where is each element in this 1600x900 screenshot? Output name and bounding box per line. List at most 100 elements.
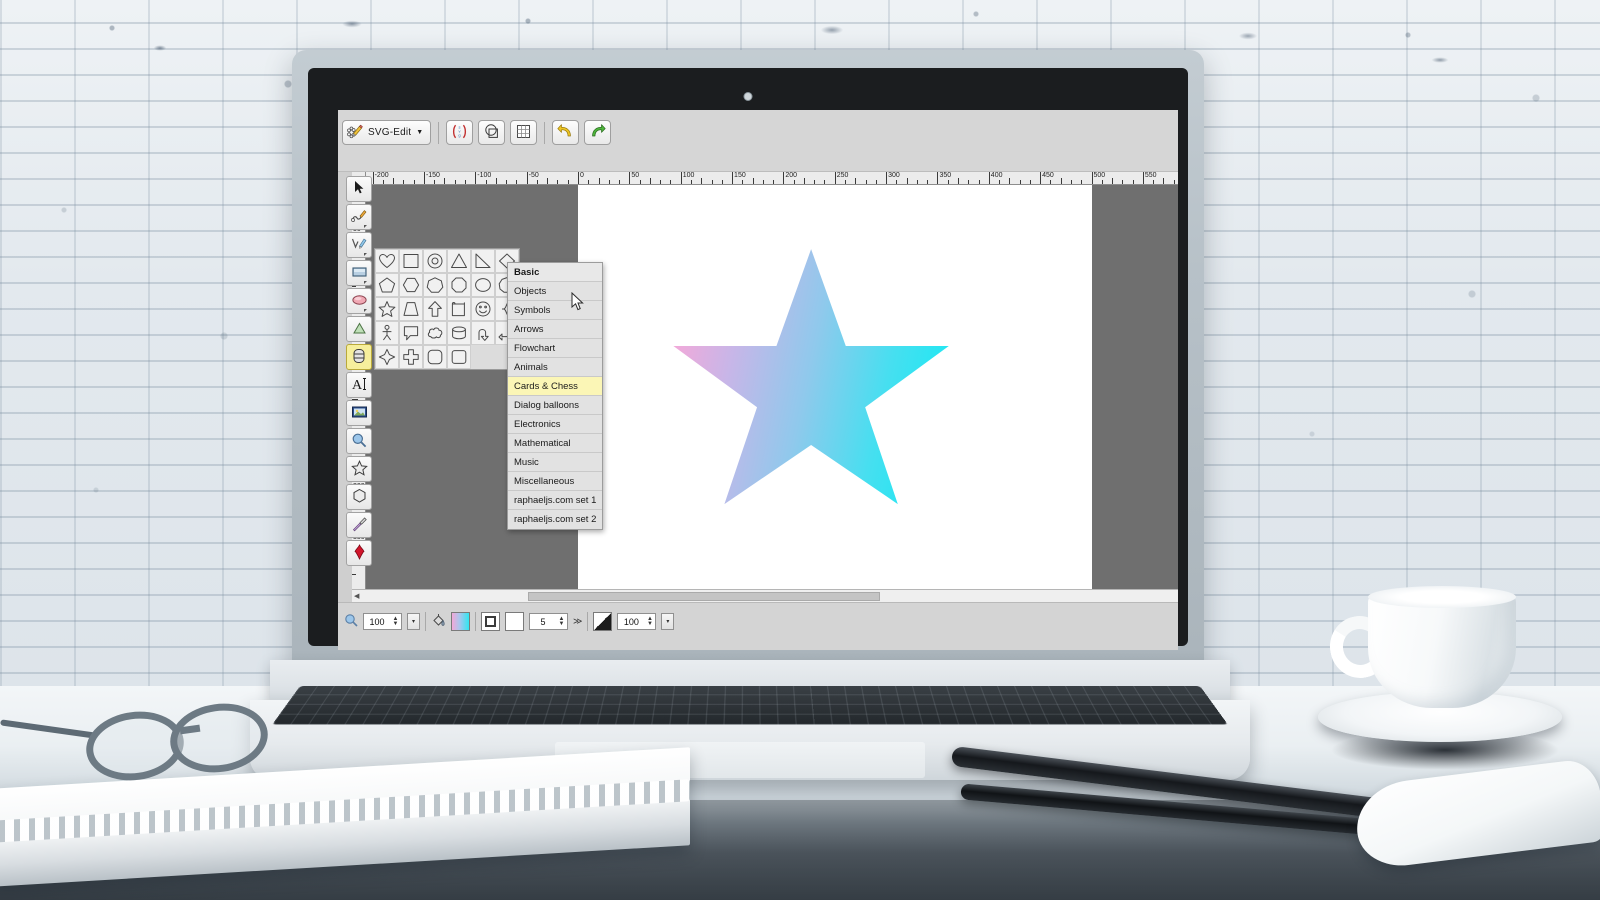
fill-color-swatch[interactable] xyxy=(451,612,470,631)
category-menu-item[interactable]: Objects xyxy=(508,282,602,301)
star-shape[interactable] xyxy=(673,249,949,505)
magnifier-icon[interactable] xyxy=(344,613,358,630)
star-tool[interactable] xyxy=(346,456,372,482)
polygon-tool[interactable] xyxy=(346,484,372,510)
zoom-dropdown-button[interactable]: ▾ xyxy=(407,613,420,630)
up-arrow-shape[interactable] xyxy=(423,297,447,321)
ruler-minor-tick xyxy=(1029,180,1031,184)
ruler-minor-tick xyxy=(906,178,908,184)
rounded-polygon-shape[interactable] xyxy=(423,345,447,369)
category-menu-item[interactable]: Electronics xyxy=(508,415,602,434)
zoom-stepper[interactable]: ▲ ▼ xyxy=(390,616,401,627)
curved-arrow-shape[interactable] xyxy=(471,321,495,345)
triangle-icon xyxy=(351,321,368,338)
octagon-shape[interactable] xyxy=(447,273,471,297)
smiley-shape[interactable] xyxy=(471,297,495,321)
category-menu-item[interactable]: Music xyxy=(508,453,602,472)
flyout-arrow-icon[interactable] xyxy=(364,253,370,256)
stroke-color-swatch[interactable] xyxy=(481,612,500,631)
pentagon-shape[interactable] xyxy=(375,273,399,297)
canvas-svg xyxy=(673,249,949,505)
flyout-arrow-icon[interactable] xyxy=(364,281,370,284)
category-menu-item[interactable]: Symbols xyxy=(508,301,602,320)
category-menu-item[interactable]: raphaeljs.com set 1 xyxy=(508,491,602,510)
triangle-shape[interactable] xyxy=(447,249,471,273)
stroke-width-input[interactable]: 5 ▲ ▼ xyxy=(529,613,568,630)
select-tool[interactable] xyxy=(346,176,372,202)
category-menu-item[interactable]: Dialog balloons xyxy=(508,396,602,415)
text-a-icon: A xyxy=(351,376,368,395)
scroll-left-arrow-icon[interactable]: ◀ xyxy=(354,592,359,600)
redo-arrow-icon xyxy=(589,123,606,143)
cross-shape[interactable] xyxy=(399,345,423,369)
star-shape[interactable] xyxy=(375,297,399,321)
shapelib-tool[interactable] xyxy=(346,344,372,370)
heptagon-shape[interactable] xyxy=(423,273,447,297)
ruler-label: 550 xyxy=(1144,172,1157,179)
ellipse-tool[interactable] xyxy=(346,288,372,314)
heart-shape[interactable] xyxy=(375,249,399,273)
stroke-width-stepper[interactable]: ▲ ▼ xyxy=(556,616,567,627)
category-menu-item[interactable]: Flowchart xyxy=(508,339,602,358)
document-shape[interactable] xyxy=(447,297,471,321)
image-tool[interactable] xyxy=(346,400,372,426)
canvas-workspace[interactable] xyxy=(366,185,1178,589)
paint-bucket-icon[interactable] xyxy=(431,613,446,631)
stroke-more-icon[interactable]: ≫ xyxy=(573,616,582,627)
triangle-tool[interactable] xyxy=(346,316,372,342)
clone-tool[interactable] xyxy=(346,540,372,566)
shape-library-panel[interactable] xyxy=(374,248,520,370)
flyout-arrow-icon[interactable] xyxy=(364,225,370,228)
concentric-circle-shape[interactable] xyxy=(423,249,447,273)
redo-button[interactable] xyxy=(584,120,612,145)
category-menu-item[interactable]: Mathematical xyxy=(508,434,602,453)
opacity-checker-icon[interactable] xyxy=(593,612,613,631)
horizontal-ruler: -250-200-150-100-50050100150200250300350… xyxy=(366,172,1178,185)
undo-button[interactable] xyxy=(552,120,580,145)
canvas-page[interactable] xyxy=(578,185,1092,589)
four-point-star-shape[interactable] xyxy=(375,345,399,369)
eyedropper-tool[interactable] xyxy=(346,512,372,538)
category-menu-item[interactable]: Arrows xyxy=(508,320,602,339)
hexagon-shape[interactable] xyxy=(399,273,423,297)
zoom-input[interactable]: 100 ▲ ▼ xyxy=(363,613,402,630)
trapezoid-shape[interactable] xyxy=(399,297,423,321)
opacity-input[interactable]: 100 ▲ ▼ xyxy=(617,613,657,630)
category-menu-item[interactable]: Cards & Chess xyxy=(508,377,602,396)
right-triangle-shape[interactable] xyxy=(471,249,495,273)
node-edit-tool[interactable] xyxy=(346,204,372,230)
zoom-tool[interactable] xyxy=(346,428,372,454)
ellipse-shape[interactable] xyxy=(471,273,495,297)
svgedit-menu-button[interactable]: SVG-Edit ▼ xyxy=(342,120,432,145)
svgedit-pencil-logo-icon xyxy=(346,123,363,143)
chevron-down-icon: ▼ xyxy=(416,129,424,136)
cylinder-shape[interactable] xyxy=(447,321,471,345)
ruler-minor-tick xyxy=(793,180,795,184)
opacity-dropdown-button[interactable]: ▾ xyxy=(661,613,675,630)
stick-figure-shape[interactable] xyxy=(375,321,399,345)
category-menu-item[interactable]: raphaeljs.com set 2 xyxy=(508,510,602,529)
category-menu-item[interactable]: Miscellaneous xyxy=(508,472,602,491)
chevron-down-icon: ▾ xyxy=(411,619,415,625)
wireframe-icon xyxy=(483,123,500,143)
path-tool[interactable] xyxy=(346,232,372,258)
category-menu-item[interactable]: Basic xyxy=(508,263,602,282)
text-tool[interactable]: A xyxy=(346,372,372,398)
opacity-stepper[interactable]: ▲ ▼ xyxy=(644,616,655,627)
cloud-shape[interactable] xyxy=(423,321,447,345)
grid-button[interactable] xyxy=(510,120,538,145)
speech-balloon-shape[interactable] xyxy=(399,321,423,345)
square-shape[interactable] xyxy=(399,249,423,273)
flyout-arrow-icon[interactable] xyxy=(364,309,370,312)
rounded-rect-shape[interactable] xyxy=(447,345,471,369)
category-menu-item[interactable]: Animals xyxy=(508,358,602,377)
ruler-minor-tick xyxy=(855,178,857,184)
svg-source-button[interactable]: s v g xyxy=(446,120,474,145)
rect-tool[interactable] xyxy=(346,260,372,286)
ruler-minor-tick xyxy=(557,180,559,184)
shape-category-menu[interactable]: Basic Objects Symbols Arrows Flowchart Animal… xyxy=(507,262,603,530)
wireframe-button[interactable] xyxy=(478,120,506,145)
scrollbar-thumb[interactable] xyxy=(528,592,880,601)
horizontal-scrollbar[interactable]: ◀ xyxy=(352,589,1178,602)
stroke-none-swatch[interactable] xyxy=(505,612,524,631)
